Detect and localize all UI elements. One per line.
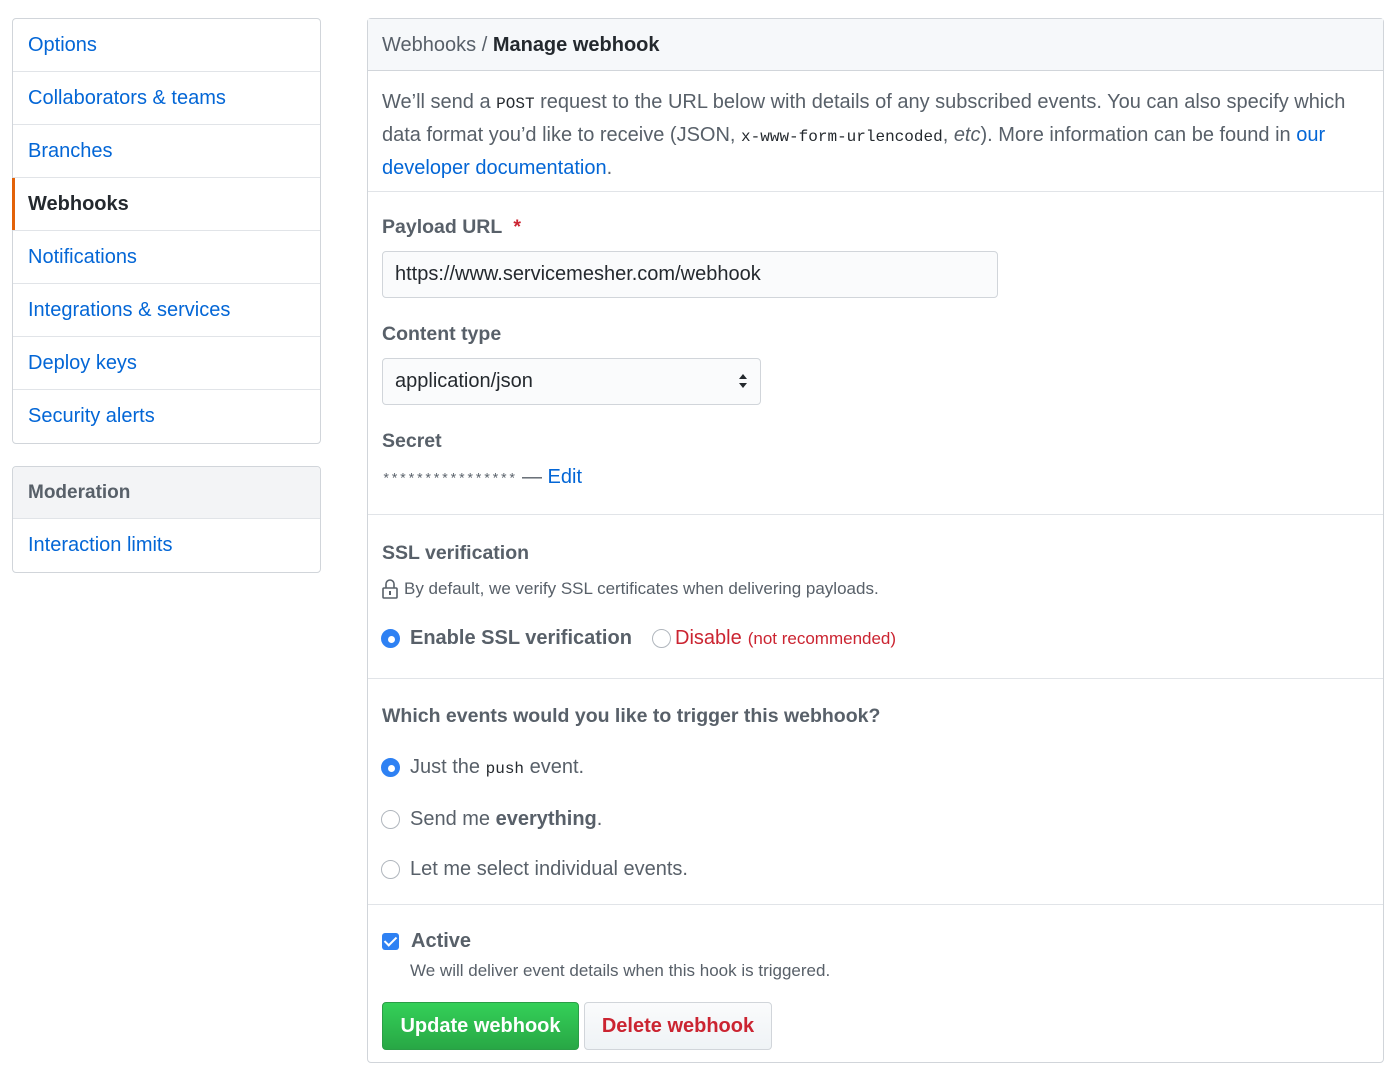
secret-edit-link[interactable]: Edit xyxy=(548,466,582,488)
ssl-section: SSL verification By default, we verify S… xyxy=(368,515,1383,679)
secret-label: Secret xyxy=(382,430,442,452)
payload-url-label: Payload URL * xyxy=(382,216,521,239)
content-type-label: Content type xyxy=(382,323,502,345)
events-section: Which events would you like to trigger t… xyxy=(368,679,1383,905)
moderation-menu: Moderation Interaction limits xyxy=(12,466,321,573)
event-individual-label: Let me select individual events. xyxy=(410,858,688,880)
event-push-label-text: Just the xyxy=(410,756,486,778)
webhook-form-box: Webhooks / Manage webhook We’ll send a P… xyxy=(367,18,1384,1063)
intro-text-part: , xyxy=(942,124,954,146)
event-push-label: Just the push event. xyxy=(410,756,584,779)
urlencoded-code: x-www-form-urlencoded xyxy=(741,128,943,146)
lock-icon xyxy=(382,579,398,599)
active-label: Active xyxy=(411,930,472,952)
select-arrows-icon xyxy=(739,374,747,388)
intro-text: We’ll send a POST request to the URL bel… xyxy=(368,71,1383,192)
event-everything-label: Send me everything. xyxy=(410,808,602,831)
event-everything-label-text: Send me xyxy=(410,808,496,830)
intro-text-part: ). More information can be found in xyxy=(980,124,1297,146)
ssl-heading: SSL verification xyxy=(382,542,530,564)
event-everything-label-text: . xyxy=(596,808,603,830)
event-option-everything[interactable]: Send me everything. xyxy=(381,808,602,831)
active-section: Active We will deliver event details whe… xyxy=(368,905,1383,1062)
webhook-config-section: Payload URL * https://www.servicemesher.… xyxy=(368,192,1383,515)
payload-url-input[interactable]: https://www.servicemesher.com/webhook xyxy=(382,251,998,298)
content-type-select[interactable]: application/json xyxy=(382,358,761,405)
intro-text-part: We’ll send a xyxy=(382,91,497,113)
secret-row: **************** — Edit xyxy=(382,466,582,489)
sidebar-item-interaction-limits[interactable]: Interaction limits xyxy=(13,519,320,572)
breadcrumb-separator: / xyxy=(476,34,493,56)
required-mark: * xyxy=(513,216,521,238)
sidebar-item-integrations[interactable]: Integrations & services xyxy=(13,284,320,337)
post-code: POST xyxy=(496,95,535,113)
active-checkbox[interactable] xyxy=(382,933,399,950)
sidebar-item-security-alerts[interactable]: Security alerts xyxy=(13,390,320,443)
event-option-push[interactable]: Just the push event. xyxy=(381,756,584,779)
event-individual-radio[interactable] xyxy=(381,860,400,879)
ssl-disable-note: (not recommended) xyxy=(747,628,897,648)
secret-dash: — xyxy=(516,466,548,488)
content-type-value: application/json xyxy=(395,370,533,392)
event-push-label-text: event. xyxy=(524,756,585,778)
payload-url-label-text: Payload URL xyxy=(382,216,502,238)
ssl-note-text: By default, we verify SSL certificates w… xyxy=(404,579,879,598)
ssl-enable-radio[interactable] xyxy=(381,629,400,648)
update-webhook-button[interactable]: Update webhook xyxy=(382,1002,579,1050)
event-everything-radio[interactable] xyxy=(381,810,400,829)
breadcrumb: Webhooks / Manage webhook xyxy=(368,19,1383,71)
intro-text-part: . xyxy=(606,157,613,179)
delete-webhook-button[interactable]: Delete webhook xyxy=(584,1002,772,1050)
ssl-disable-radio[interactable] xyxy=(652,629,671,648)
sidebar-item-branches[interactable]: Branches xyxy=(13,125,320,178)
ssl-enable-label: Enable SSL verification xyxy=(410,627,632,649)
sidebar-item-deploy-keys[interactable]: Deploy keys xyxy=(13,337,320,390)
sidebar-item-collaborators[interactable]: Collaborators & teams xyxy=(13,72,320,125)
ssl-enable-option[interactable]: Enable SSL verification xyxy=(381,627,632,650)
sidebar-item-webhooks[interactable]: Webhooks xyxy=(12,178,320,231)
event-everything-bold: everything xyxy=(495,808,597,830)
sidebar-item-notifications[interactable]: Notifications xyxy=(13,231,320,284)
breadcrumb-webhooks-link[interactable]: Webhooks xyxy=(382,34,476,56)
event-option-individual[interactable]: Let me select individual events. xyxy=(381,858,688,881)
events-heading: Which events would you like to trigger t… xyxy=(382,705,881,727)
event-push-radio[interactable] xyxy=(381,758,400,777)
page-title: Manage webhook xyxy=(492,34,660,56)
secret-value: **************** xyxy=(382,472,517,488)
ssl-note: By default, we verify SSL certificates w… xyxy=(382,579,879,599)
ssl-disable-option[interactable]: Disable (not recommended) xyxy=(652,627,896,650)
active-option[interactable]: Active xyxy=(382,930,471,953)
moderation-heading: Moderation xyxy=(13,467,320,519)
sidebar-item-options[interactable]: Options xyxy=(13,19,320,72)
active-description: We will deliver event details when this … xyxy=(410,961,831,980)
push-code: push xyxy=(485,760,525,778)
settings-menu: Options Collaborators & teams Branches W… xyxy=(12,18,321,444)
etc-text: etc xyxy=(953,124,981,146)
ssl-disable-label: Disable xyxy=(675,627,742,649)
